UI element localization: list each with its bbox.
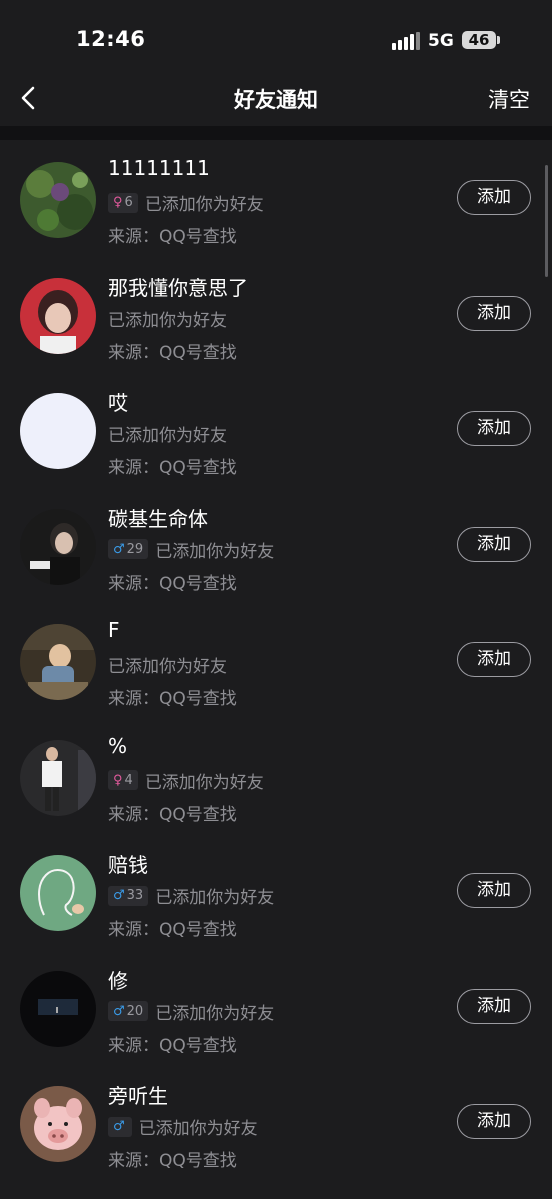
friend-message: 已添加你为好友: [108, 426, 227, 446]
friend-notification-list[interactable]: 11111111 ♀ 6 已添加你为好友 来源：QQ号查找 添加 那我懂你意思了 …: [0, 140, 552, 1180]
list-item[interactable]: 那我懂你意思了 已添加你为好友 来源：QQ号查找 添加: [0, 256, 552, 372]
add-friend-button[interactable]: 添加: [457, 873, 531, 908]
add-friend-button[interactable]: 添加: [457, 180, 531, 215]
child-on-car-avatar[interactable]: [20, 624, 96, 700]
add-friend-button[interactable]: 添加: [457, 1104, 531, 1139]
gender-age-badge: ♂ 29: [108, 539, 149, 559]
friend-name: F: [108, 618, 120, 642]
list-item[interactable]: 旁听生 ♂ 已添加你为好友 来源：QQ号查找 添加: [0, 1064, 552, 1180]
friend-info: 已添加你为好友: [108, 652, 227, 677]
friend-name: 11111111: [108, 156, 210, 180]
male-icon: ♂: [113, 1119, 125, 1134]
age-value: 20: [126, 1003, 144, 1019]
friend-info: ♂ 29 已添加你为好友: [108, 537, 274, 562]
male-icon: ♂: [113, 888, 125, 903]
friend-source: 来源：QQ号查找: [108, 1151, 237, 1171]
friend-source: 来源：QQ号查找: [108, 1035, 237, 1056]
female-icon: ♀: [113, 772, 123, 788]
chalk-drawing-avatar[interactable]: [20, 855, 96, 931]
friend-name: 旁听生: [108, 1084, 168, 1108]
male-icon: ♂: [113, 1003, 125, 1019]
add-friend-button[interactable]: 添加: [457, 295, 531, 331]
friend-info: 已添加你为好友: [108, 421, 227, 446]
gender-badge: ♂: [108, 1116, 132, 1137]
friend-info: ♂ 已添加你为好友: [108, 1114, 258, 1139]
friend-name: 赔钱: [108, 853, 148, 877]
status-bar: 12:46 5G 46: [0, 0, 552, 80]
friend-message: 已添加你为好友: [155, 1003, 275, 1024]
friend-name: 哎: [108, 391, 128, 415]
list-item[interactable]: 碳基生命体 ♂ 29 已添加你为好友 来源：QQ号查找 添加: [0, 487, 552, 603]
friend-source: 来源：QQ号查找: [108, 458, 237, 478]
friend-source: 来源：QQ号查找: [108, 689, 237, 709]
dark-person-avatar[interactable]: [20, 508, 96, 585]
plant-photo-avatar[interactable]: [20, 162, 96, 238]
friend-name: 碳基生命体: [108, 506, 208, 531]
friend-message: 已添加你为好友: [144, 195, 264, 215]
cellular-signal-icon: [392, 32, 420, 50]
red-hair-person-avatar[interactable]: [20, 277, 96, 354]
add-friend-button[interactable]: 添加: [457, 526, 531, 562]
friend-info: 已添加你为好友: [108, 306, 227, 331]
friend-info: ♂ 33 已添加你为好友: [108, 883, 274, 908]
list-item[interactable]: 修 ♂ 20 已添加你为好友 来源：QQ号查找 添加: [0, 949, 552, 1065]
page-title: 好友通知: [234, 88, 318, 112]
list-item[interactable]: F 已添加你为好友 来源：QQ号查找 添加: [0, 602, 552, 718]
friend-info: ♂ 20 已添加你为好友: [108, 999, 274, 1024]
add-friend-button[interactable]: 添加: [457, 411, 531, 446]
list-item[interactable]: 哎 已添加你为好友 来源：QQ号查找 添加: [0, 371, 552, 487]
gender-age-badge: ♂ 20: [108, 1001, 149, 1021]
battery-icon: 46: [462, 31, 496, 49]
battery-tip: [497, 36, 500, 44]
friend-source: 来源：QQ号查找: [108, 920, 237, 940]
scrollbar[interactable]: [545, 165, 548, 277]
friend-name: 修: [108, 968, 128, 993]
age-value: 6: [124, 195, 133, 210]
friend-source: 来源：QQ号查找: [108, 342, 237, 363]
list-item[interactable]: 11111111 ♀ 6 已添加你为好友 来源：QQ号查找 添加: [0, 140, 552, 256]
header-divider: [0, 126, 552, 140]
friend-info: ♀ 4 已添加你为好友: [108, 768, 264, 793]
nav-bar: 好友通知 清空: [0, 70, 552, 126]
friend-info: ♀ 6 已添加你为好友: [108, 190, 264, 215]
piglet-avatar[interactable]: [20, 1086, 96, 1162]
list-item[interactable]: % ♀ 4 已添加你为好友 来源：QQ号查找: [0, 718, 552, 834]
gender-age-badge: ♂ 33: [108, 885, 149, 906]
age-value: 33: [126, 888, 144, 903]
friend-message: 已添加你为好友: [108, 310, 227, 331]
standing-person-avatar[interactable]: [20, 739, 96, 816]
friend-message: 已添加你为好友: [155, 888, 275, 908]
male-icon: ♂: [113, 541, 125, 557]
add-friend-button[interactable]: 添加: [457, 642, 531, 677]
network-type: 5G: [428, 31, 454, 51]
list-item[interactable]: 赔钱 ♂ 33 已添加你为好友 来源：QQ号查找 添加: [0, 833, 552, 949]
gender-age-badge: ♀ 4: [108, 770, 138, 790]
friend-message: 已添加你为好友: [138, 1119, 258, 1139]
age-value: 4: [124, 772, 133, 788]
friend-name: %: [108, 733, 128, 758]
friend-source: 来源：QQ号查找: [108, 573, 237, 594]
add-friend-button[interactable]: 添加: [457, 988, 531, 1024]
friend-message: 已添加你为好友: [144, 772, 264, 793]
friend-message: 已添加你为好友: [108, 657, 227, 677]
age-value: 29: [126, 541, 144, 557]
dark-scene-avatar[interactable]: [20, 970, 96, 1047]
friend-source: 来源：QQ号查找: [108, 227, 237, 247]
friend-message: 已添加你为好友: [155, 541, 275, 562]
blank-avatar[interactable]: [20, 393, 96, 469]
gender-age-badge: ♀ 6: [108, 192, 138, 213]
clear-button[interactable]: 清空: [488, 84, 530, 114]
female-icon: ♀: [113, 195, 123, 210]
friend-source: 来源：QQ号查找: [108, 804, 237, 825]
status-time: 12:46: [76, 27, 146, 51]
friend-name: 那我懂你意思了: [108, 275, 248, 300]
